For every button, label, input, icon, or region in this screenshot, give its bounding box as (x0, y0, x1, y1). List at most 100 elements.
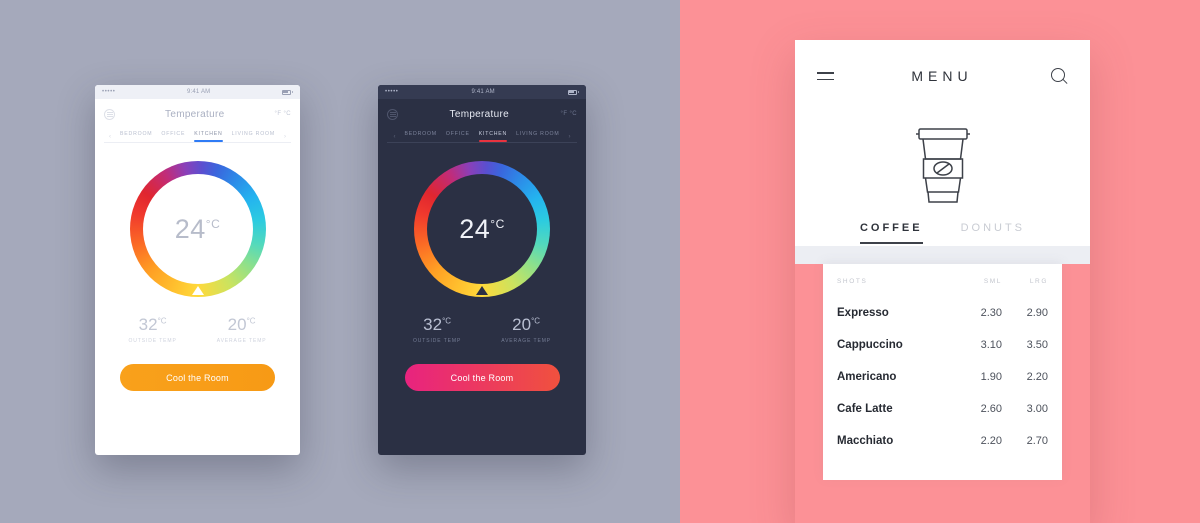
tab-donuts[interactable]: DONUTS (961, 222, 1025, 244)
tab-living-room[interactable]: LIVING ROOM (232, 131, 275, 142)
average-temp-value: 20°C (501, 315, 551, 335)
outside-temp-label: OUTSIDE TEMP (412, 338, 462, 344)
coffee-menu-card: MENU COFFEE DONUTS SHOTS SML LRG Express… (795, 40, 1090, 523)
reading-average: 20°C AVERAGE TEMP (217, 315, 267, 344)
status-time: 9:41 AM (186, 89, 211, 95)
coffee-cup-icon (915, 128, 970, 203)
tab-office[interactable]: OFFICE (446, 131, 470, 142)
signal-dots-icon: ••••• (385, 89, 399, 95)
header-lrg: LRG (1029, 278, 1048, 285)
tabs-prev-arrow-icon[interactable]: ‹ (109, 134, 111, 140)
row-lrg-price: 2.20 (1026, 371, 1048, 383)
readings-row: 32°C OUTSIDE TEMP 20°C AVERAGE TEMP (95, 315, 300, 344)
menu-tabs: COFFEE DONUTS (817, 222, 1068, 246)
average-temp-number: 20 (227, 315, 247, 334)
menu-circle-icon[interactable] (387, 108, 398, 120)
app-header: Temperature °F °C (95, 99, 300, 129)
menu-page-title: MENU (911, 68, 973, 84)
temperature-dial-wrap: 24°C (95, 161, 300, 297)
cta-wrap: Cool the Room (95, 364, 300, 391)
temperature-dial-wrap-dark: 24°C (378, 161, 586, 297)
thermostat-phone-light: ••••• 9:41 AM Temperature °F °C ‹ BEDROO… (95, 85, 300, 455)
reading-outside: 32°C OUTSIDE TEMP (413, 315, 461, 344)
tab-bedroom[interactable]: BEDROOM (405, 131, 437, 142)
cool-the-room-button[interactable]: Cool the Room (120, 364, 275, 391)
row-name: Expresso (837, 307, 889, 319)
unit-toggle[interactable]: °F °C (275, 111, 291, 117)
average-temp-label: AVERAGE TEMP (501, 338, 551, 344)
tabs-next-arrow-icon[interactable]: › (569, 134, 571, 140)
battery-icon (567, 89, 579, 95)
room-tabs: ‹ BEDROOM OFFICE KITCHEN LIVING ROOM › (95, 129, 300, 142)
dial-temperature-value: 24°C (459, 214, 505, 245)
table-row[interactable]: Cafe Latte 2.60 3.00 (837, 393, 1048, 425)
page-title: Temperature (449, 108, 509, 120)
temperature-dial[interactable]: 24°C (129, 161, 266, 297)
coffee-cup-illustration (817, 112, 1068, 222)
signal-dots-icon: ••••• (102, 89, 116, 95)
page-title: Temperature (165, 108, 225, 120)
table-row[interactable]: Cappuccino 3.10 3.50 (837, 329, 1048, 361)
dial-marker-triangle-icon[interactable] (191, 286, 204, 295)
tab-kitchen[interactable]: KITCHEN (194, 131, 223, 142)
average-temp-unit: °C (246, 316, 256, 326)
tab-living-room[interactable]: LIVING ROOM (516, 131, 559, 142)
row-lrg-price: 2.90 (1026, 307, 1048, 319)
row-sml-price: 2.60 (980, 403, 1002, 415)
tab-coffee[interactable]: COFFEE (859, 222, 923, 244)
dial-center: 24°C (142, 174, 253, 284)
table-row[interactable]: Americano 1.90 2.20 (837, 361, 1048, 393)
outside-temp-unit: °C (157, 316, 167, 326)
search-icon[interactable] (1050, 67, 1068, 85)
cool-the-room-button[interactable]: Cool the Room (404, 364, 560, 391)
header-shots: SHOTS (837, 278, 868, 285)
average-temp-value: 20°C (217, 315, 267, 335)
row-sml-price: 3.10 (980, 339, 1002, 351)
table-header-row: SHOTS SML LRG (837, 278, 1048, 297)
tab-kitchen[interactable]: KITCHEN (478, 131, 508, 142)
menu-header: MENU (817, 40, 1068, 112)
table-row[interactable]: Macchiato 2.20 2.70 (837, 425, 1048, 457)
dial-unit: °C (205, 216, 221, 231)
average-temp-number: 20 (512, 315, 532, 334)
cta-wrap-dark: Cool the Room (378, 364, 586, 391)
dial-unit: °C (490, 216, 505, 231)
app-header-dark: Temperature °F °C (378, 99, 586, 129)
header-sml: SML (983, 278, 1002, 285)
status-time: 9:41 AM (471, 89, 495, 95)
menu-top-section: MENU COFFEE DONUTS (795, 40, 1090, 246)
outside-temp-value: 32°C (413, 315, 461, 335)
row-sml-price: 2.30 (980, 307, 1002, 319)
tab-bedroom[interactable]: BEDROOM (120, 131, 152, 142)
tab-office[interactable]: OFFICE (161, 131, 185, 142)
row-name: Cafe Latte (837, 403, 893, 415)
tabs-prev-arrow-icon[interactable]: ‹ (394, 134, 396, 140)
tabs-next-arrow-icon[interactable]: › (284, 134, 286, 140)
tabs-divider (104, 142, 291, 143)
room-tabs-dark: ‹ BEDROOM OFFICE KITCHEN LIVING ROOM › (378, 129, 586, 142)
dial-temperature-value: 24°C (175, 214, 221, 245)
coffee-price-table: SHOTS SML LRG Expresso 2.30 2.90 Cappucc… (823, 264, 1062, 480)
row-name: Americano (837, 371, 897, 383)
row-name: Cappuccino (837, 339, 903, 351)
reading-average: 20°C AVERAGE TEMP (501, 315, 551, 344)
dial-number: 24 (174, 213, 206, 244)
outside-temp-number: 32 (138, 315, 158, 334)
reading-outside: 32°C OUTSIDE TEMP (128, 315, 176, 344)
readings-row-dark: 32°C OUTSIDE TEMP 20°C AVERAGE TEMP (378, 315, 586, 344)
dial-marker-triangle-icon[interactable] (476, 286, 488, 295)
dial-number: 24 (459, 213, 491, 244)
menu-shelf-divider (795, 246, 1090, 264)
outside-temp-unit: °C (442, 316, 452, 326)
row-sml-price: 1.90 (980, 371, 1002, 383)
temperature-dial[interactable]: 24°C (414, 161, 550, 297)
table-row[interactable]: Expresso 2.30 2.90 (837, 297, 1048, 329)
row-lrg-price: 3.50 (1026, 339, 1048, 351)
hamburger-icon[interactable] (817, 72, 834, 80)
battery-icon (281, 89, 293, 95)
unit-toggle[interactable]: °F °C (561, 111, 577, 117)
menu-circle-icon[interactable] (104, 108, 115, 120)
outside-temp-value: 32°C (128, 315, 176, 335)
average-temp-unit: °C (531, 316, 541, 326)
dial-center: 24°C (427, 174, 537, 284)
